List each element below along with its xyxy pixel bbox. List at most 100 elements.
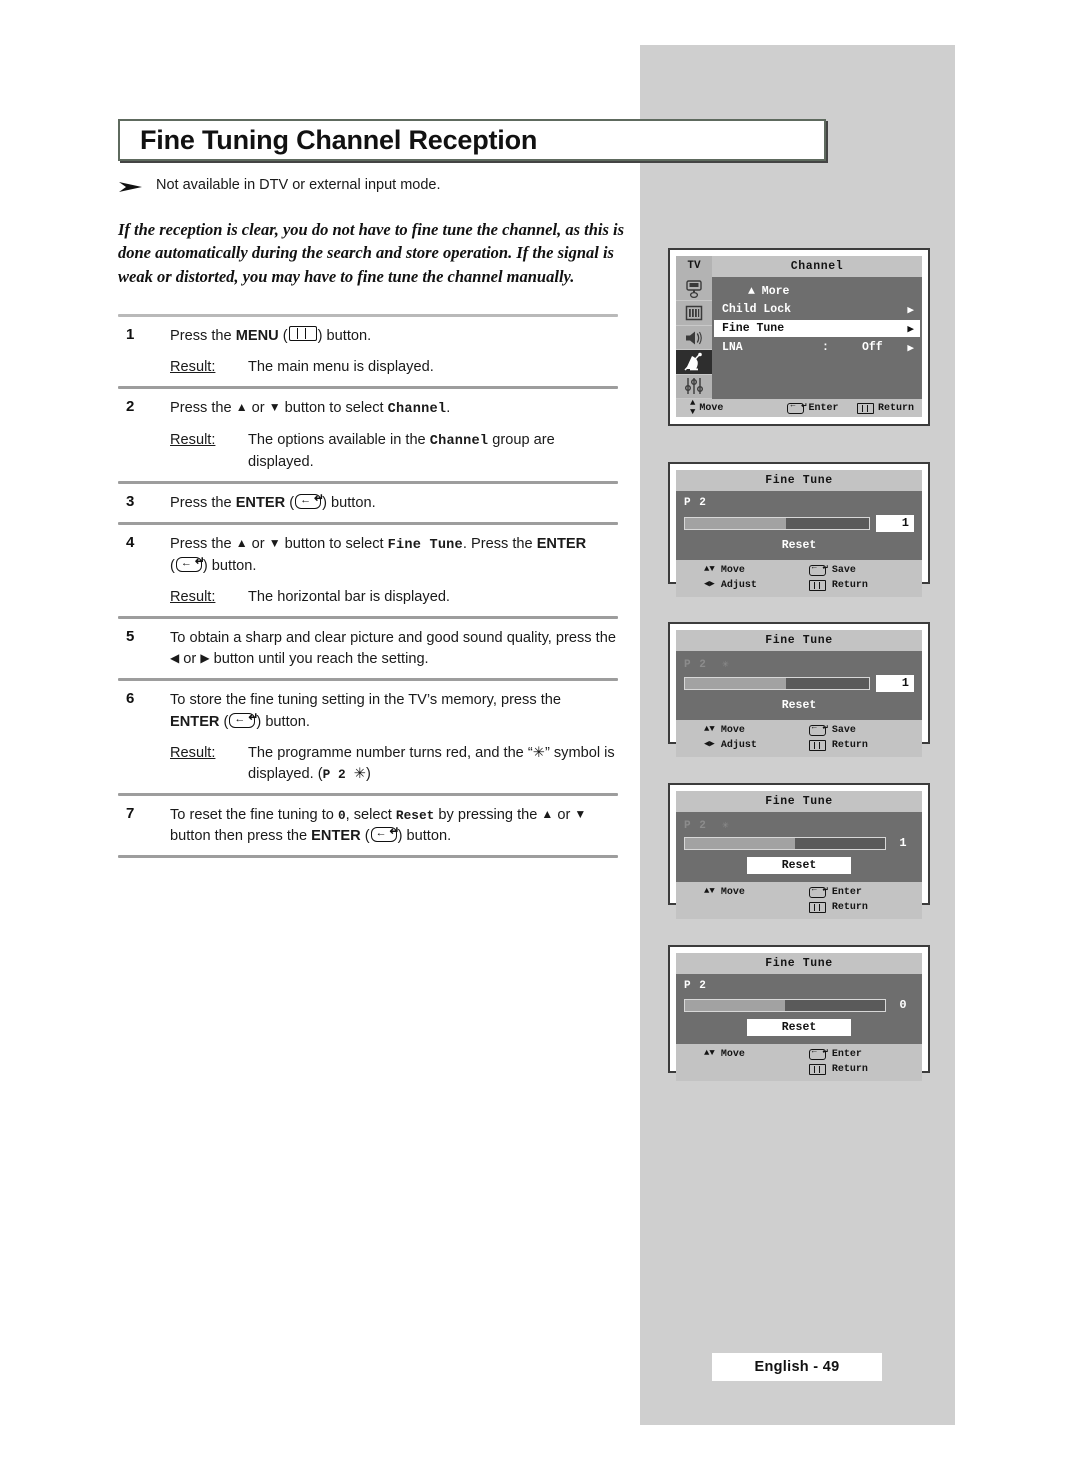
- enter-icon: ←: [808, 884, 828, 898]
- result-text: The programme number turns red, and the …: [248, 743, 618, 785]
- step-1-pre: Press the: [170, 328, 236, 344]
- osd-title: Fine Tune: [676, 630, 922, 651]
- result-row: Result: The options available in the Cha…: [170, 430, 618, 473]
- osd-fine-tune-4: Fine Tune P 2 0 Reset ▲▼ Move ← Enter: [668, 945, 930, 1081]
- satellite-dish-icon[interactable]: [676, 350, 712, 375]
- fine-tune-slider[interactable]: [684, 998, 886, 1012]
- footer-move: ▲▼ Move: [676, 725, 809, 737]
- fine-tune-value: 1: [876, 675, 914, 692]
- osd-body: P 2 0 Reset: [676, 974, 922, 1044]
- footer-label: Move: [720, 565, 745, 576]
- page-title: Fine Tuning Channel Reception: [140, 124, 538, 155]
- footer-label: Enter: [831, 1049, 862, 1060]
- menu-icon: [808, 740, 826, 751]
- triangle-down-icon: ▼: [268, 536, 281, 551]
- osd-footer: ▲▼ Move ← Enter Return: [676, 882, 922, 919]
- setup-sliders-icon[interactable]: [676, 375, 712, 400]
- osd-row-fine-tune[interactable]: Fine Tune ▶: [714, 320, 920, 337]
- triangle-down-icon: ▼: [268, 400, 281, 415]
- step-2-mid: or: [247, 400, 269, 417]
- osd-reset[interactable]: Reset: [684, 539, 914, 552]
- fine-tune-slider[interactable]: [684, 836, 886, 850]
- osd-title: Fine Tune: [676, 953, 922, 974]
- footer-enter: ← Enter: [808, 1046, 922, 1060]
- step-1-post: button.: [326, 328, 372, 344]
- footer-label: Enter: [831, 887, 862, 898]
- fine-tune-value: 1: [876, 515, 914, 532]
- osd-body: P 2 ✳ 1 Reset: [676, 812, 922, 882]
- menu-icon: [857, 402, 875, 414]
- footer-spacer: [676, 902, 809, 913]
- footer-return: Return: [808, 1064, 922, 1075]
- triangle-up-icon: ▲: [235, 536, 248, 551]
- page-footer: English - 49: [712, 1353, 882, 1381]
- footer-label: Adjust: [720, 740, 757, 751]
- step-number: 6: [126, 690, 135, 708]
- step-2-mono: Channel: [387, 402, 447, 418]
- step-4-mono: Fine Tune: [387, 538, 463, 554]
- fine-tune-slider[interactable]: [684, 677, 870, 690]
- osd-programme: P 2: [684, 820, 707, 832]
- step-number: 1: [126, 326, 135, 343]
- triangle-up-icon: ▲: [235, 400, 248, 415]
- step-7-f: button.: [402, 828, 452, 845]
- triangle-left-icon: ◀: [170, 651, 180, 666]
- osd-menu-list: ▲ More Child Lock ▶ Fine Tune ▶ LNA : Of…: [712, 277, 922, 399]
- asterisk-symbol-icon: ✳: [722, 659, 730, 671]
- footer-label: Enter: [808, 402, 839, 414]
- footer-save: ← Save: [808, 722, 922, 736]
- osd-bar-row: 1: [684, 515, 914, 532]
- osd-reset[interactable]: Reset: [747, 857, 851, 874]
- picture-icon[interactable]: [676, 277, 712, 302]
- step-3-pre: Press the: [170, 494, 236, 511]
- osd-reset[interactable]: Reset: [684, 699, 914, 712]
- osd-reset[interactable]: Reset: [747, 1019, 851, 1036]
- osd-title: Channel: [712, 256, 922, 277]
- triangle-right-icon: ▶: [200, 651, 210, 666]
- osd-row-child-lock[interactable]: Child Lock ▶: [714, 301, 920, 318]
- step-5-b: or: [179, 651, 201, 668]
- result-label: Result:: [170, 744, 216, 761]
- footer-return: Return: [808, 902, 922, 913]
- osd-programme-line: P 2: [684, 497, 914, 510]
- triangle-up-icon: ▲: [541, 806, 554, 821]
- osd-row-lna[interactable]: LNA : Off ▶: [714, 339, 920, 356]
- result-label: Result:: [170, 588, 216, 605]
- step-7: 7 To reset the fine tuning to 0, select …: [118, 796, 618, 855]
- triangle-down-icon: ▼: [574, 806, 587, 821]
- footer-label: Save: [831, 565, 856, 576]
- menu-icon: [808, 902, 826, 913]
- fine-tune-slider[interactable]: [684, 517, 870, 530]
- step-7-e: button then press the: [170, 828, 312, 845]
- osd-footer: ▲▼ Move ← Save ◀▶ Adjust Return: [676, 720, 922, 757]
- result-row: Result: The main menu is displayed.: [170, 357, 618, 378]
- osd-sidebar[interactable]: [676, 277, 712, 400]
- footer-move: ▲▼ Move: [676, 1049, 809, 1061]
- enter-icon: ←: [808, 562, 828, 576]
- fine-tune-value: 1: [899, 836, 907, 850]
- bars-icon[interactable]: [676, 301, 712, 326]
- osd-fine-tune-3: Fine Tune P 2 ✳ 1 Reset ▲▼ Move ← Enter: [668, 783, 930, 919]
- speaker-icon[interactable]: [676, 326, 712, 351]
- footer-label: Return: [831, 740, 868, 751]
- enter-icon: ←: [175, 556, 205, 572]
- step-2-post: button to select: [280, 400, 388, 417]
- enter-icon: ←: [229, 712, 258, 728]
- footer-move: ▲▼ Move: [676, 564, 809, 577]
- osd-channel-menu: TV Channel ▲ More Child Lock ▶ Fine Tune…: [668, 248, 930, 426]
- osd-more-row[interactable]: ▲ More: [712, 283, 922, 301]
- result-row: Result: The programme number turns red, …: [170, 743, 618, 785]
- step-6-post: button.: [261, 713, 310, 730]
- step-number: 7: [126, 804, 135, 822]
- result-label: Result:: [170, 432, 216, 449]
- step-text: To store the fine tuning setting in the …: [170, 690, 618, 785]
- up-down-icon: ▲▼: [704, 564, 715, 574]
- osd-title: Fine Tune: [676, 470, 922, 491]
- footer-label: Return: [878, 402, 915, 414]
- note-text: Not available in DTV or external input m…: [156, 177, 441, 193]
- step-4-bold: ENTER: [536, 536, 587, 553]
- step-text: To obtain a sharp and clear picture and …: [170, 628, 618, 670]
- osd-programme: P 2: [684, 980, 707, 992]
- step-5-a: To obtain a sharp and clear picture and …: [170, 630, 616, 647]
- result-mono: Channel: [429, 434, 489, 450]
